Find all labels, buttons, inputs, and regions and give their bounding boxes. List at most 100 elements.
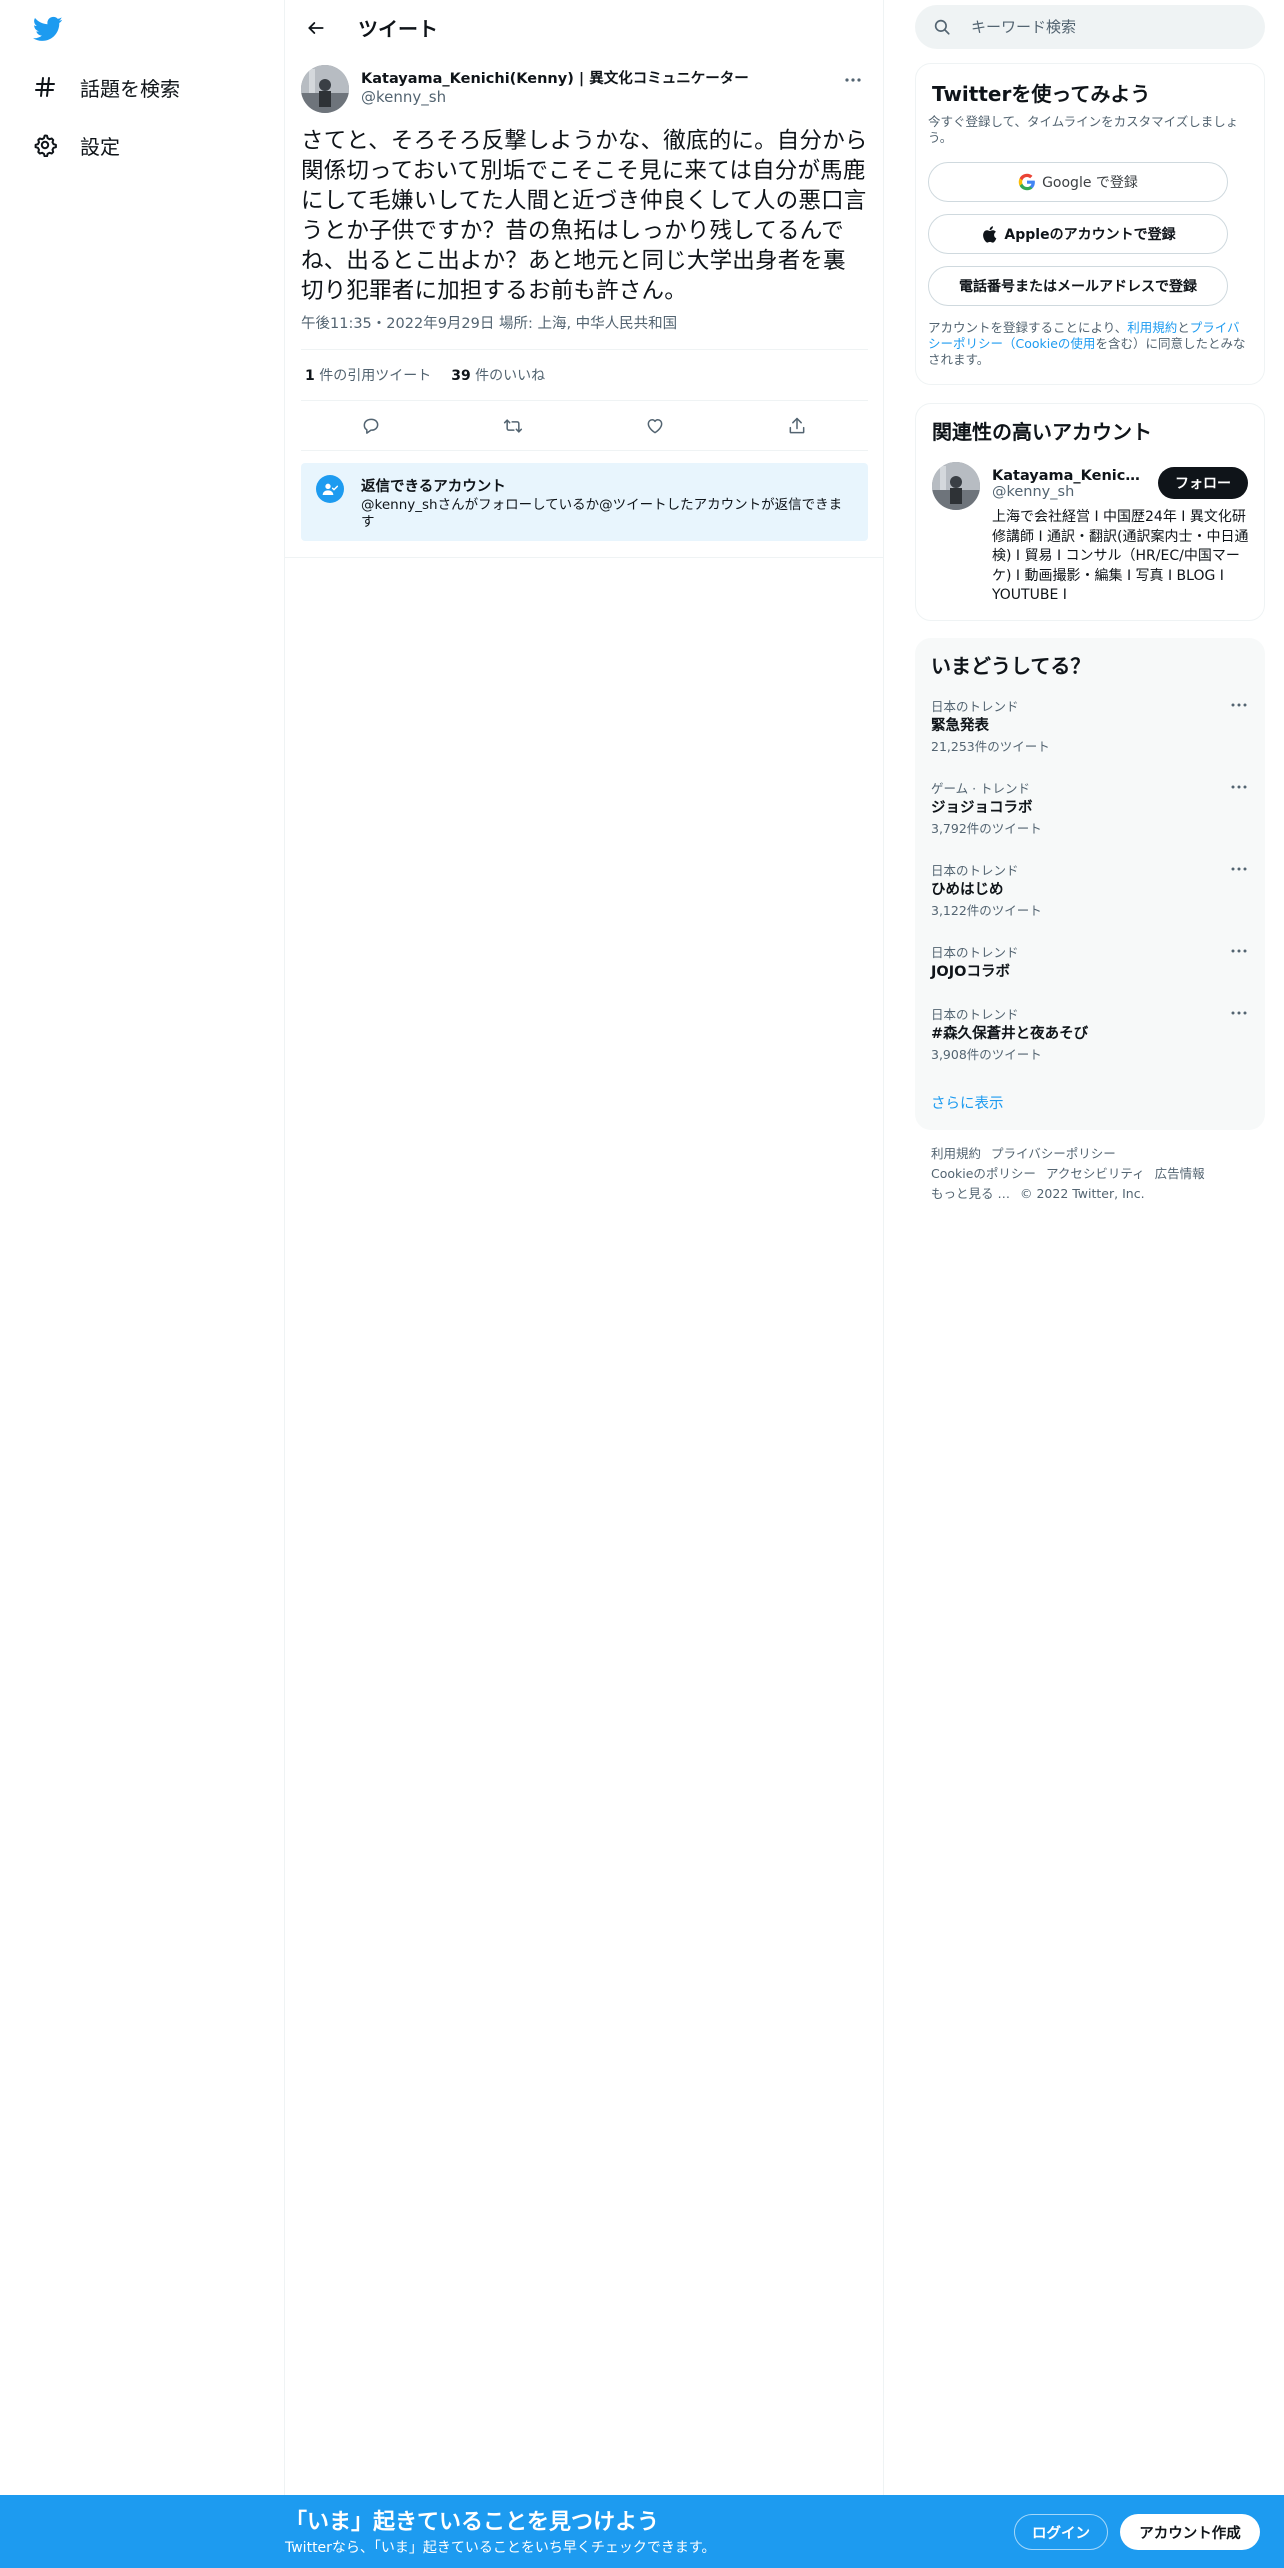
trend-name: ジョジョコラボ: [931, 800, 1033, 816]
reply-restriction-title: 返信できるアカウント: [361, 479, 506, 495]
footer-cookie-link[interactable]: Cookieのポリシー: [931, 1166, 1036, 1181]
left-navigation: 話題を検索 設定: [0, 0, 285, 2568]
trend-count: 3,908件のツイート: [931, 1047, 1042, 1062]
footer-accessibility-link[interactable]: アクセシビリティ: [1046, 1166, 1145, 1181]
like-count: 39: [451, 368, 471, 384]
trend-name: JOJOコラボ: [931, 964, 1010, 980]
back-button[interactable]: [299, 11, 333, 45]
trends-card: いまどうしてる？ 日本のトレンド 緊急発表 21,253件のツイート ゲーム ·…: [915, 638, 1265, 1130]
more-dots-icon[interactable]: [1227, 1004, 1251, 1022]
trend-item[interactable]: ゲーム · トレンド ジョジョコラボ 3,792件のツイート: [915, 778, 1265, 844]
login-button[interactable]: ログイン: [1014, 2514, 1108, 2550]
more-options-button[interactable]: [838, 68, 868, 92]
tweet-stats: 1 件の引用ツイート 39 件のいいね: [301, 349, 868, 401]
search-input[interactable]: [971, 5, 1251, 49]
trend-category: 日本のトレンド: [931, 699, 1019, 714]
signup-card-title: Twitterを使ってみよう: [932, 82, 1151, 106]
likes-stat[interactable]: 39 件のいいね: [451, 365, 545, 385]
banner-title: 「いま」起きていることを見つけよう: [285, 2510, 660, 2535]
gear-icon: [30, 130, 60, 160]
trend-item[interactable]: 日本のトレンド ひめはじめ 3,122件のツイート: [915, 860, 1265, 926]
footer-more-link[interactable]: もっと見る …: [931, 1186, 1010, 1201]
author-handle[interactable]: @kenny_sh: [361, 88, 446, 106]
apple-signup-label: Appleのアカウントで登録: [1004, 227, 1176, 243]
footer-terms-link[interactable]: 利用規約: [931, 1146, 981, 1161]
create-account-button[interactable]: アカウント作成: [1120, 2514, 1260, 2550]
more-dots-icon[interactable]: [1227, 778, 1251, 796]
reply-restriction-notice: 返信できるアカウント @kenny_shさんがフォローしているか@ツイートしたア…: [301, 463, 868, 541]
hashtag-icon: [30, 72, 60, 102]
trend-item[interactable]: 日本のトレンド 緊急発表 21,253件のツイート: [915, 696, 1265, 762]
related-account-handle[interactable]: @kenny_sh: [992, 484, 1074, 500]
related-account-bio: 上海で会社経営 I 中国歴24年 I 異文化研修講師 I 通訳・翻訳(通訳案内士…: [992, 509, 1249, 603]
phone-email-signup-label: 電話番号またはメールアドレスで登録: [959, 279, 1197, 295]
main-column: ツイート Katayama_Kenichi(Kenny) | 異文化コミュニケー…: [285, 0, 884, 2568]
banner-subtitle: Twitterなら、「いま」起きていることをいち早くチェックできます。: [285, 2540, 716, 2556]
google-g-icon: [1018, 173, 1036, 191]
apple-signup-button[interactable]: Appleのアカウントで登録: [928, 214, 1228, 254]
tweet-author-row: Katayama_Kenichi(Kenny) | 異文化コミュニケーター @k…: [301, 64, 868, 116]
main-header: ツイート: [285, 0, 883, 53]
share-icon[interactable]: [784, 413, 810, 439]
footer-copyright: © 2022 Twitter, Inc.: [1019, 1186, 1145, 1201]
author-name[interactable]: Katayama_Kenichi(Kenny) | 異文化コミュニケーター: [361, 67, 749, 88]
arrow-left-icon: [308, 22, 324, 34]
trends-show-more-link[interactable]: さらに表示: [931, 1092, 1004, 1113]
nav-settings[interactable]: 設定: [30, 121, 120, 169]
trend-category: 日本のトレンド: [931, 1007, 1019, 1022]
like-label: 件のいいね: [475, 368, 546, 384]
trend-name: ひめはじめ: [931, 882, 1004, 898]
trend-count: 3,792件のツイート: [931, 821, 1042, 836]
follow-button[interactable]: フォロー: [1158, 467, 1248, 499]
author-avatar[interactable]: [301, 65, 349, 113]
reply-restriction-description: @kenny_shさんがフォローしているか@ツイートしたアカウントが返信できます: [361, 497, 843, 530]
trend-category: 日本のトレンド: [931, 863, 1019, 878]
terms-prefix: アカウントを登録することにより、: [928, 320, 1128, 335]
page-title: ツイート: [358, 17, 438, 41]
person-check-icon: [316, 475, 344, 503]
search-box[interactable]: [915, 5, 1265, 49]
terms-and: と: [1177, 320, 1190, 335]
bottom-signup-banner: 「いま」起きていることを見つけよう Twitterなら、「いま」起きていることを…: [0, 2495, 1284, 2568]
quote-tweets-stat[interactable]: 1 件の引用ツイート: [305, 365, 431, 385]
google-signup-button[interactable]: Google で登録: [928, 162, 1228, 202]
twitter-bird-icon[interactable]: [31, 14, 65, 44]
search-icon: [934, 19, 950, 35]
apple-icon: [980, 225, 998, 243]
tweet-detail: Katayama_Kenichi(Kenny) | 異文化コミュニケーター @k…: [285, 64, 883, 558]
related-account-avatar[interactable]: [932, 462, 980, 510]
related-account-name[interactable]: Katayama_Kenichi(Kenny) | 異文化コミュニケーター: [992, 464, 1142, 485]
related-accounts-title: 関連性の高いアカウント: [932, 420, 1152, 444]
related-accounts-card: 関連性の高いアカウント Katayama_Kenichi(Kenny) | 異文…: [915, 403, 1265, 621]
trends-title: いまどうしてる？: [931, 654, 1091, 678]
reply-icon[interactable]: [358, 413, 384, 439]
tweet-text: さてと、そろそろ反撃しようかな、徹底的に。自分から関係切っておいて別垢でこそこそ…: [301, 128, 868, 304]
signup-card-subtitle: 今すぐ登録して、タイムラインをカスタマイズしましょう。: [928, 114, 1239, 145]
tweet-actions: [301, 401, 868, 451]
google-signup-label: Google で登録: [1042, 175, 1138, 191]
trend-item[interactable]: 日本のトレンド #森久保蒼井と夜あそび 3,908件のツイート: [915, 1004, 1265, 1070]
trend-category: 日本のトレンド: [931, 945, 1019, 960]
trend-count: 3,122件のツイート: [931, 903, 1042, 918]
footer-privacy-link[interactable]: プライバシーポリシー: [991, 1146, 1116, 1161]
phone-email-signup-button[interactable]: 電話番号またはメールアドレスで登録: [928, 266, 1228, 306]
retweet-icon[interactable]: [500, 413, 526, 439]
more-dots-icon[interactable]: [1227, 942, 1251, 960]
tweet-timestamp[interactable]: 午後11:35・2022年9月29日 場所: 上海, 中华人民共和国: [301, 312, 677, 333]
more-dots-icon[interactable]: [1227, 860, 1251, 878]
like-icon[interactable]: [642, 413, 668, 439]
signup-terms: アカウントを登録することにより、利用規約とプライバシーポリシー（Cookieの使…: [928, 320, 1248, 368]
divider: [285, 557, 883, 558]
nav-explore[interactable]: 話題を検索: [30, 63, 180, 111]
trend-count: 21,253件のツイート: [931, 739, 1050, 754]
more-dots-icon: [845, 78, 861, 82]
quote-label: 件の引用ツイート: [319, 368, 432, 384]
trend-item[interactable]: 日本のトレンド JOJOコラボ: [915, 942, 1265, 988]
trend-category: ゲーム · トレンド: [931, 781, 1031, 796]
nav-explore-label: 話題を検索: [80, 76, 180, 101]
signup-card: Twitterを使ってみよう 今すぐ登録して、タイムラインをカスタマイズしましょ…: [915, 63, 1265, 385]
terms-link[interactable]: 利用規約: [1127, 320, 1177, 335]
more-dots-icon[interactable]: [1227, 696, 1251, 714]
footer-ads-link[interactable]: 広告情報: [1155, 1166, 1205, 1181]
trend-name: #森久保蒼井と夜あそび: [931, 1026, 1089, 1042]
